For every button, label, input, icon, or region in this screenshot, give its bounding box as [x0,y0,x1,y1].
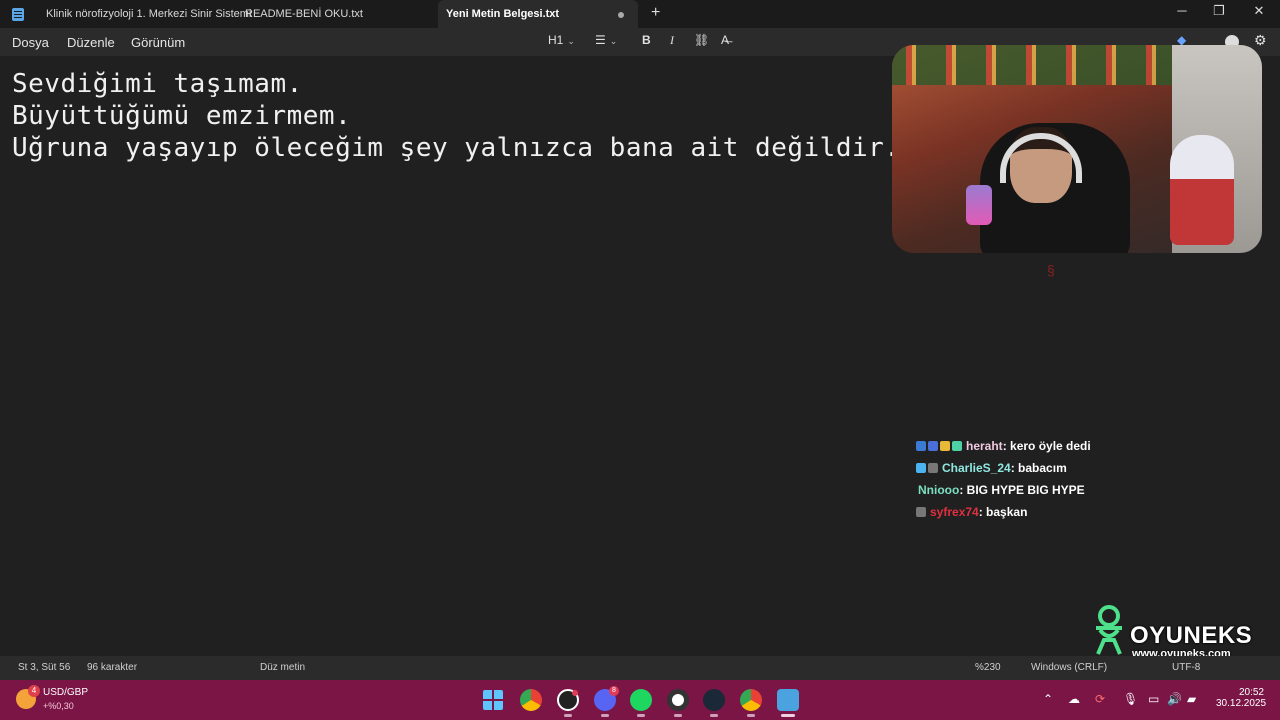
italic-button[interactable]: I [670,33,674,48]
close-button[interactable]: ✕ [1249,3,1269,19]
microphone-icon[interactable]: 🎙 [1123,692,1138,706]
chevron-up-icon[interactable]: ⌃ [1043,692,1053,706]
tab-readme[interactable]: README-BENİ OKU.txt [245,0,363,28]
list-icon: ☰ [595,33,606,47]
red-mark-icon: § [1047,262,1055,278]
chat-message: syfrex74: başkan [916,503,1216,525]
chat-badge-icon [916,441,926,451]
chevron-down-icon: ⌄ [609,36,618,46]
chat-text: : BIG HYPE BIG HYPE [959,483,1085,497]
chat-badge-icon [928,463,938,473]
tab-yeni-metin[interactable]: Yeni Metin Belgesi.txt [438,0,638,28]
chat-text: : başkan [978,505,1028,519]
ticker-change: +%0,30 [43,701,74,711]
santa-figure [1170,135,1234,245]
steam-icon[interactable] [703,689,725,711]
taskbar: 4 USD/GBP +%0,30 8 ⌃ ☁ ⟳ 🎙 ▭ 🔊 ▰ 20:52 3… [0,680,1280,720]
status-bar: St 3, Süt 56 96 karakter Düz metin %230 … [0,656,1280,680]
steelseries-icon[interactable] [667,689,689,711]
notepad-icon [12,8,24,21]
chat-badge-icon [928,441,938,451]
time: 20:52 [1238,687,1264,698]
chat-badge-icon [940,441,950,451]
unsaved-dot-icon[interactable] [618,12,624,18]
tab-klinik[interactable]: Klinik nörofizyoloji 1. Merkezi Sinir Si… [46,0,251,28]
notification-badge: 4 [28,685,40,697]
chrome-profile-icon[interactable] [740,689,762,711]
chevron-down-icon: ⌄ [567,36,575,46]
active-indicator [781,714,795,717]
ticker-label: USD/GBP [43,687,89,698]
minimize-button[interactable]: ─ [1172,3,1192,18]
encoding[interactable]: UTF-8 [1172,662,1200,673]
chat-badge-icon [916,507,926,517]
chat-message: CharlieS_24: babacım [916,459,1216,481]
heading-label: H1 [548,33,564,47]
cloud-icon[interactable]: ☁ [1068,692,1080,706]
chat-username: heraht [966,439,1003,453]
chat-username: Nniooo [918,483,960,497]
tab-title: Yeni Metin Belgesi.txt [446,8,560,20]
chat-username: CharlieS_24 [942,461,1011,475]
chat-message: heraht: kero öyle dedi [916,437,1216,459]
mug-icon [966,185,992,225]
chrome-icon[interactable] [520,689,542,711]
cursor-position: St 3, Süt 56 [18,662,71,673]
discord-icon[interactable]: 8 [594,686,619,711]
chat-text: : babacım [1010,461,1067,475]
webcam-overlay [892,45,1262,253]
running-indicator [601,714,609,717]
chat-message: Nniooo: BIG HYPE BIG HYPE [916,481,1216,503]
list-dropdown[interactable]: ☰ ⌄ [595,33,617,47]
title-bar: Klinik nörofizyoloji 1. Merkezi Sinir Si… [0,0,1280,28]
new-tab-button[interactable]: + [651,4,660,22]
chat-overlay: heraht: kero öyle dedi CharlieS_24: babac… [916,437,1216,525]
heading-dropdown[interactable]: H1 ⌄ [548,33,575,47]
document-line[interactable]: Sevdiğimi taşımam. [12,69,303,99]
text-format[interactable]: Düz metin [260,662,305,673]
clock[interactable]: 20:52 30.12.2025 [1216,687,1267,709]
zoom-level[interactable]: %230 [975,662,1001,673]
date: 30.12.2025 [1216,698,1267,709]
menu-file[interactable]: Dosya [12,35,49,50]
chat-badge-icon [952,441,962,451]
document-line[interactable]: Uğruna yaşayıp öleceğim şey yalnızca ban… [12,133,900,163]
battery-icon[interactable]: ▰ [1187,692,1196,706]
bold-button[interactable]: B [642,33,651,47]
notepad-taskbar-icon[interactable] [777,689,799,711]
speaker-icon[interactable]: 🔊 [1167,692,1182,706]
spotify-icon[interactable] [630,689,652,711]
running-indicator [674,714,682,717]
menu-edit[interactable]: Düzenle [67,35,115,50]
menu-view[interactable]: Görünüm [131,35,185,50]
oyuneks-watermark: OYUNEKS www.oyuneks.com [1090,604,1253,660]
chat-username: syfrex74 [930,505,979,519]
chat-badge-icon [916,463,926,473]
clear-format-icon[interactable]: A̶ [721,33,729,47]
start-button-icon[interactable] [483,690,503,710]
running-indicator [747,714,755,717]
oyuneks-logo-icon [1096,605,1122,655]
character-count: 96 karakter [87,662,138,673]
discord-badge: 8 [609,686,619,696]
watermark-name: OYUNEKS [1130,622,1253,649]
chat-text: : kero öyle dedi [1002,439,1091,453]
running-indicator [710,714,718,717]
running-indicator [564,714,572,717]
sync-icon[interactable]: ⟳ [1095,692,1105,706]
link-icon[interactable]: ⛓ [694,33,709,47]
maximize-button[interactable]: ❐ [1209,3,1229,19]
running-indicator [637,714,645,717]
line-ending[interactable]: Windows (CRLF) [1031,662,1107,673]
obs-icon[interactable] [557,689,579,711]
document-line[interactable]: Büyüttüğümü emzirmem. [12,101,351,131]
monitor-icon[interactable]: ▭ [1148,692,1159,706]
